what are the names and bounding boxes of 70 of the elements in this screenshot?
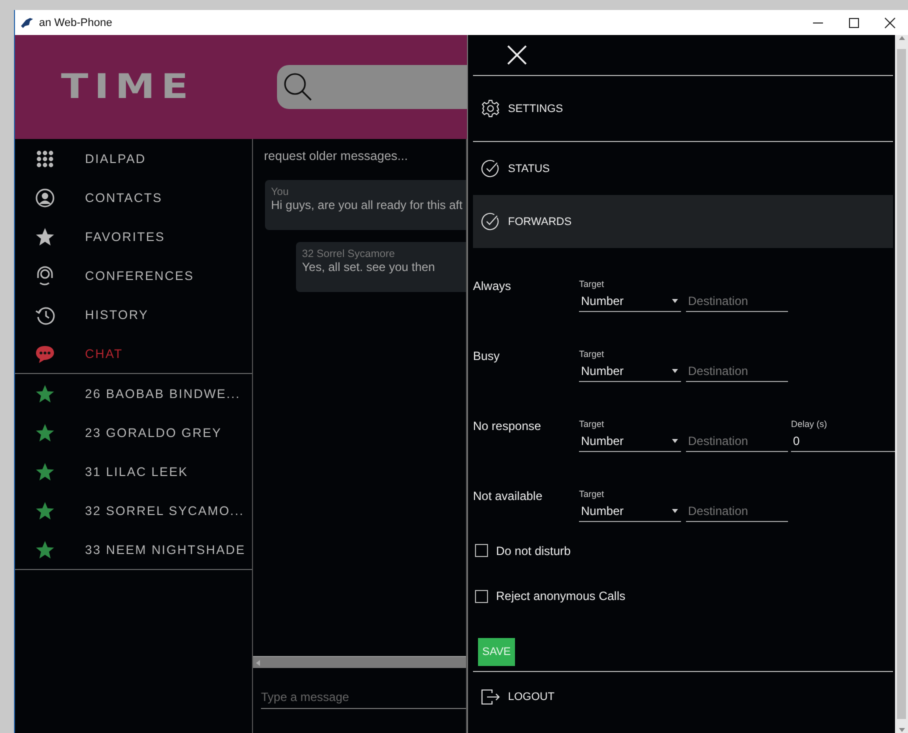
logo: TIME	[61, 67, 196, 107]
search-field[interactable]	[277, 65, 467, 109]
forward-label: Busy	[473, 348, 501, 363]
destination-field[interactable]: Destination	[686, 501, 788, 522]
favorite-contact[interactable]: 26 BAOBAB BINDWE...	[15, 374, 252, 413]
nav-item[interactable]: HISTORY	[15, 295, 252, 334]
message-sender: 32 Sorrel Sycamore	[302, 248, 396, 260]
star-icon	[35, 384, 55, 404]
window-title: an Web-Phone	[39, 16, 112, 28]
star-icon	[35, 500, 55, 520]
close-icon	[507, 45, 527, 65]
favorite-contact[interactable]: 23 GORALDO GREY	[15, 413, 252, 452]
message-text: Yes, all set. see you then	[302, 260, 436, 274]
horizontal-scrollbar[interactable]	[253, 656, 466, 668]
settings-section[interactable]: SETTINGS	[473, 76, 893, 142]
star-icon	[35, 422, 55, 442]
logout-button[interactable]: LOGOUT	[473, 671, 893, 722]
caret-icon	[669, 368, 681, 374]
target-dropdown[interactable]: Number	[579, 291, 681, 312]
field-label: Target	[579, 419, 606, 431]
check-circle-icon	[481, 212, 500, 231]
caret-icon	[669, 438, 681, 444]
star-icon	[35, 462, 55, 482]
nav-item[interactable]: FAVORITES	[15, 217, 252, 256]
bird-icon	[21, 17, 33, 28]
message-sender: You	[271, 186, 290, 198]
chat-bubble-icon	[35, 344, 55, 364]
field-label: Target	[579, 349, 606, 361]
star-icon	[35, 540, 55, 560]
target-dropdown[interactable]: Number	[579, 431, 681, 452]
star-icon	[35, 226, 55, 246]
destination-field[interactable]: Destination	[686, 431, 788, 452]
checkbox-label: Do not disturb	[496, 544, 571, 558]
forward-label: Not available	[473, 488, 544, 503]
person-icon	[35, 188, 55, 208]
favorite-contact[interactable]: 33 NEEM NIGHTSHADE	[15, 530, 252, 569]
dialpad-icon	[35, 148, 55, 168]
forward-label: Always	[473, 278, 512, 293]
history-icon	[35, 304, 55, 324]
checkbox[interactable]	[475, 590, 488, 602]
nav-item[interactable]: DIALPAD	[15, 139, 252, 178]
logout-icon	[481, 689, 500, 705]
field-label: Target	[579, 489, 606, 501]
caret-icon	[669, 298, 681, 304]
favorite-contact[interactable]: 32 SORREL SYCAMO...	[15, 491, 252, 530]
target-dropdown[interactable]: Number	[579, 361, 681, 382]
check-circle-icon	[481, 159, 500, 178]
field-label: Delay (s)	[791, 419, 828, 431]
down-arrow-icon	[898, 727, 906, 733]
checkbox[interactable]	[475, 544, 488, 557]
message-text: Hi guys, are you all ready for this aft	[271, 198, 464, 212]
destination-field[interactable]: Destination	[686, 361, 788, 382]
checkbox-label: Reject anonymous Calls	[496, 589, 626, 603]
settings-section[interactable]: FORWARDS	[473, 195, 893, 248]
nav-item[interactable]: CONTACTS	[15, 178, 252, 217]
gear-icon	[481, 99, 500, 118]
destination-field[interactable]: Destination	[686, 291, 788, 312]
older-messages-link[interactable]: request older messages...	[253, 149, 466, 163]
nav-item[interactable]: CONFERENCES	[15, 256, 252, 295]
search-icon	[283, 72, 313, 102]
field-label: Target	[579, 279, 606, 291]
favorite-contact[interactable]: 31 LILAC LEEK	[15, 452, 252, 491]
up-arrow-icon	[898, 35, 906, 41]
vertical-scrollbar[interactable]	[895, 35, 908, 733]
settings-section[interactable]: STATUS	[473, 142, 893, 195]
message-input[interactable]: Type a message	[261, 686, 466, 709]
forward-label: No response	[473, 418, 542, 433]
caret-icon	[669, 508, 681, 514]
target-dropdown[interactable]: Number	[579, 501, 681, 522]
headset-icon	[35, 266, 55, 286]
